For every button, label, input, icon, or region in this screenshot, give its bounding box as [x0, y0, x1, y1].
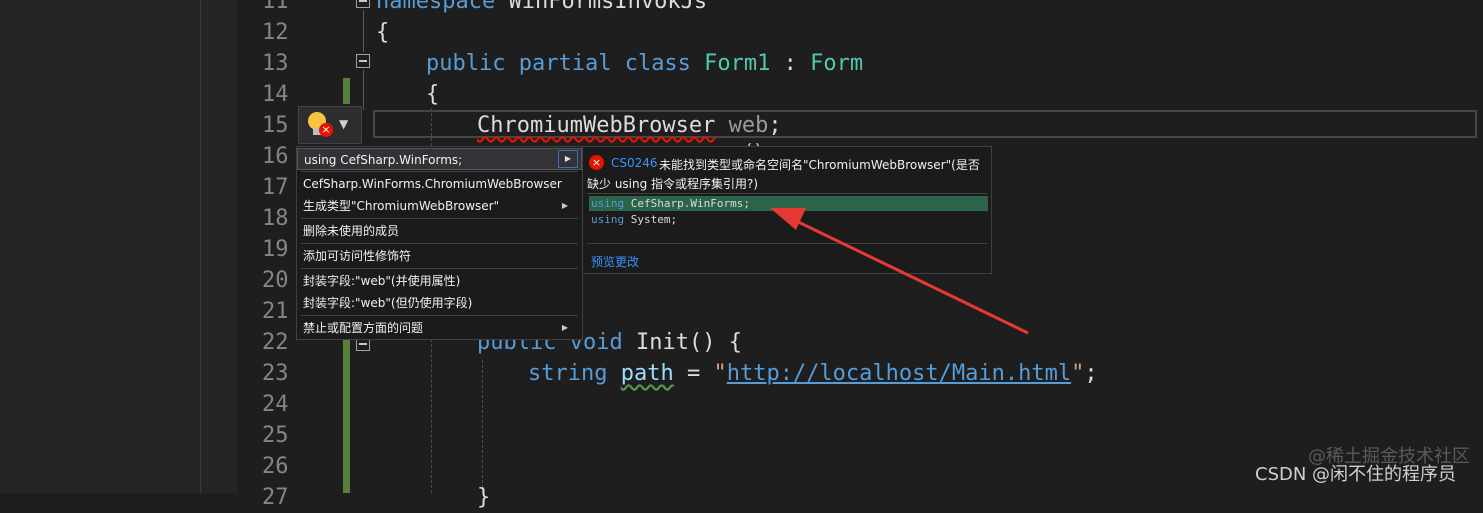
- annotation-arrow: [770, 208, 1029, 335]
- watermark: CSDN @闲不住的程序员: [1255, 464, 1457, 485]
